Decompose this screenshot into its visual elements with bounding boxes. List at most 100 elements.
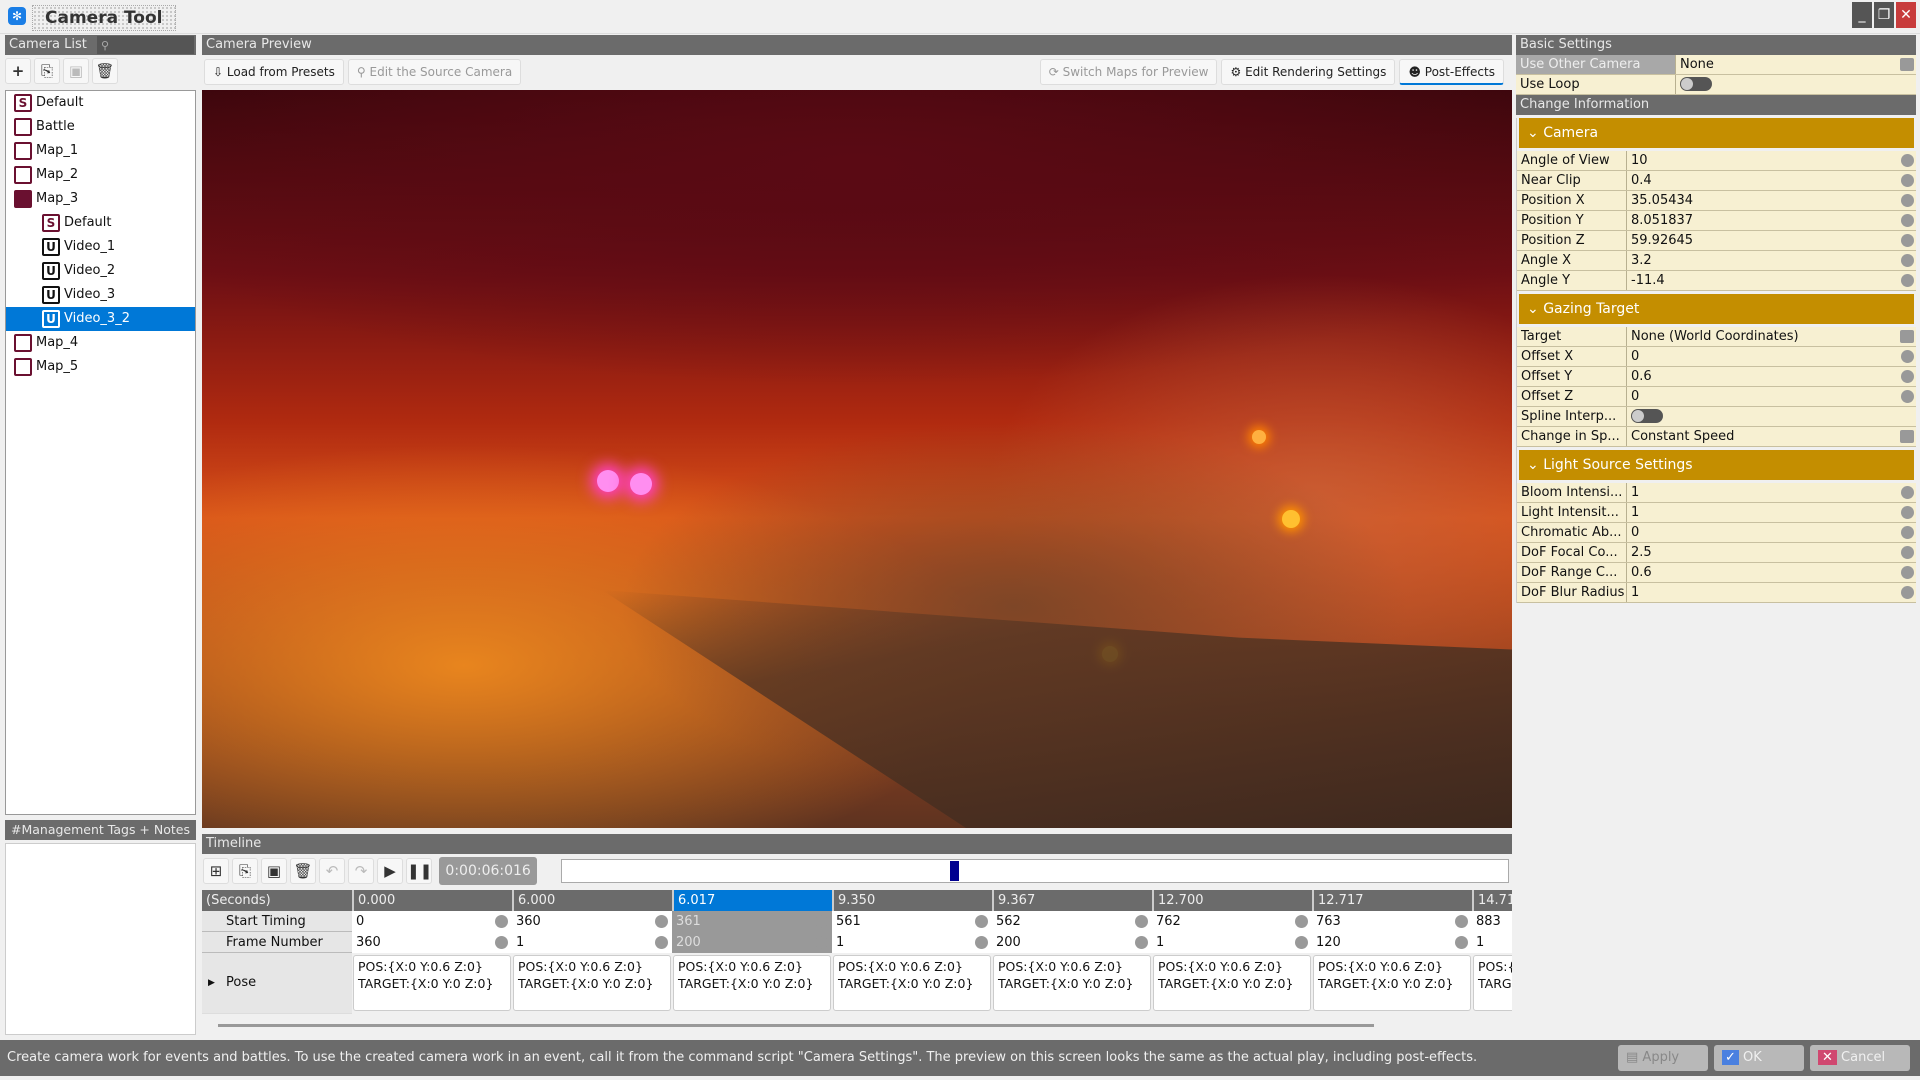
spinner-icon[interactable]	[655, 936, 668, 949]
spinner-icon[interactable]	[1901, 154, 1914, 167]
start-timing-field[interactable]: 763	[1312, 911, 1472, 932]
keyframe-seconds[interactable]: 12.717	[1312, 890, 1472, 911]
property-value-field[interactable]: 1	[1627, 583, 1916, 602]
use-other-camera-select[interactable]: None	[1676, 55, 1916, 74]
keyframe-seconds[interactable]: 14.717	[1472, 890, 1512, 911]
property-value-field[interactable]: 0.6	[1627, 563, 1916, 582]
timeline-scrubber[interactable]	[561, 859, 1509, 883]
frame-number-field[interactable]: 1	[1152, 932, 1312, 953]
tree-item[interactable]: Battle	[6, 115, 195, 139]
tree-item[interactable]: U Video_3	[6, 283, 195, 307]
keyframe-seconds[interactable]: 9.350	[832, 890, 992, 911]
load-presets-button[interactable]: ⇩ Load from Presets	[204, 59, 344, 85]
spinner-icon[interactable]	[495, 936, 508, 949]
property-value-field[interactable]: 59.92645	[1627, 231, 1916, 250]
toggle-switch[interactable]	[1631, 409, 1663, 423]
spinner-icon[interactable]	[1295, 915, 1308, 928]
camera-preview-viewport[interactable]	[202, 90, 1512, 828]
ok-button[interactable]: ✓ OK	[1714, 1045, 1804, 1071]
pose-row-label[interactable]: ▶ Pose	[202, 953, 352, 1013]
redo-button[interactable]: ↷	[348, 858, 374, 884]
spinner-icon[interactable]	[815, 915, 828, 928]
spinner-icon[interactable]	[1901, 526, 1914, 539]
edit-rendering-button[interactable]: ⚙ Edit Rendering Settings	[1221, 59, 1396, 85]
spinner-icon[interactable]	[1901, 194, 1914, 207]
spinner-icon[interactable]	[1901, 174, 1914, 187]
spinner-icon[interactable]	[1901, 350, 1914, 363]
spinner-icon[interactable]	[1901, 586, 1914, 599]
spinner-icon[interactable]	[1455, 915, 1468, 928]
property-value-field[interactable]	[1627, 407, 1916, 426]
pose-cell[interactable]: POS:{X:0 Y:0.6 Z:0} TARGET:{X:0 Y:0 Z:0}	[1153, 955, 1311, 1011]
keyframe-column[interactable]: 9.367 562 200 POS:{X:0 Y:0.6 Z:0} TARGET…	[992, 890, 1152, 1014]
keyframe-column[interactable]: 14.717 883 1 POS:{X:0 Y:0.6 Z:0} TARGET:…	[1472, 890, 1512, 1014]
spinner-icon[interactable]	[975, 915, 988, 928]
frame-number-field[interactable]: 360	[352, 932, 512, 953]
playhead-handle[interactable]	[949, 861, 959, 881]
spinner-icon[interactable]	[1901, 486, 1914, 499]
keyframe-column[interactable]: 0.000 0 360 POS:{X:0 Y:0.6 Z:0} TARGET:{…	[352, 890, 512, 1014]
play-button[interactable]: ▶	[377, 858, 403, 884]
spinner-icon[interactable]	[1135, 915, 1148, 928]
property-value-field[interactable]: Constant Speed	[1627, 427, 1916, 446]
tree-item[interactable]: U Video_2	[6, 259, 195, 283]
keyframe-seconds[interactable]: 6.000	[512, 890, 672, 911]
cancel-button[interactable]: ✕ Cancel	[1810, 1045, 1910, 1071]
start-timing-field[interactable]: 883	[1472, 911, 1512, 932]
pose-cell[interactable]: POS:{X:0 Y:0.6 Z:0} TARGET:{X:0 Y:0 Z:0}	[513, 955, 671, 1011]
frame-number-field[interactable]: 200	[992, 932, 1152, 953]
keyframe-seconds[interactable]: 0.000	[352, 890, 512, 911]
switch-maps-button[interactable]: ⟳ Switch Maps for Preview	[1039, 59, 1218, 85]
spinner-icon[interactable]	[815, 936, 828, 949]
property-value-field[interactable]: -11.4	[1627, 271, 1916, 290]
section-header[interactable]: ⌄ Light Source Settings	[1519, 450, 1914, 480]
property-value-field[interactable]: 8.051837	[1627, 211, 1916, 230]
frame-number-field[interactable]: 200	[672, 932, 832, 953]
property-value-field[interactable]: 0.4	[1627, 171, 1916, 190]
spinner-icon[interactable]	[1901, 214, 1914, 227]
search-input[interactable]: ⚲	[97, 36, 194, 54]
property-value-field[interactable]: 0	[1627, 387, 1916, 406]
spinner-icon[interactable]	[655, 915, 668, 928]
tree-item[interactable]: Map_1	[6, 139, 195, 163]
property-value-field[interactable]: 3.2	[1627, 251, 1916, 270]
frame-number-field[interactable]: 1	[512, 932, 672, 953]
keyframe-seconds[interactable]: 9.367	[992, 890, 1152, 911]
spinner-icon[interactable]	[1455, 936, 1468, 949]
spinner-icon[interactable]	[1901, 506, 1914, 519]
add-key-button[interactable]: ⊞	[203, 858, 229, 884]
notes-textarea[interactable]	[5, 843, 196, 1035]
spinner-icon[interactable]	[495, 915, 508, 928]
paste-button[interactable]: ▣	[63, 58, 89, 84]
spinner-icon[interactable]	[975, 936, 988, 949]
pose-cell[interactable]: POS:{X:0 Y:0.6 Z:0} TARGET:{X:0 Y:0 Z:0}	[833, 955, 991, 1011]
pose-cell[interactable]: POS:{X:0 Y:0.6 Z:0} TARGET:{X:0 Y:0 Z:0}	[993, 955, 1151, 1011]
close-button[interactable]: ✕	[1896, 2, 1916, 28]
frame-number-field[interactable]: 1	[1472, 932, 1512, 953]
edit-source-button[interactable]: ⚲ Edit the Source Camera	[347, 59, 522, 85]
property-value-field[interactable]: 1	[1627, 483, 1916, 502]
keyframe-seconds[interactable]: 6.017	[672, 890, 832, 911]
undo-button[interactable]: ↶	[319, 858, 345, 884]
apply-button[interactable]: ▤ Apply	[1618, 1045, 1708, 1071]
dropdown-arrow-icon[interactable]	[1900, 330, 1914, 343]
property-value-field[interactable]: 1	[1627, 503, 1916, 522]
property-value-field[interactable]: 2.5	[1627, 543, 1916, 562]
minimize-button[interactable]: _	[1852, 2, 1872, 28]
section-header[interactable]: ⌄ Camera	[1519, 118, 1914, 148]
property-value-field[interactable]: 0	[1627, 523, 1916, 542]
delete-button[interactable]: 🗑	[92, 58, 118, 84]
keyframe-column[interactable]: 12.717 763 120 POS:{X:0 Y:0.6 Z:0} TARGE…	[1312, 890, 1472, 1014]
property-value-field[interactable]: None (World Coordinates)	[1627, 327, 1916, 346]
copy-key-button[interactable]: ⎘	[232, 858, 258, 884]
start-timing-field[interactable]: 0	[352, 911, 512, 932]
dropdown-arrow-icon[interactable]	[1900, 430, 1914, 443]
post-effects-button[interactable]: ☻ Post-Effects	[1399, 59, 1504, 85]
spinner-icon[interactable]	[1135, 936, 1148, 949]
tree-item[interactable]: Map_3	[6, 187, 195, 211]
frame-number-field[interactable]: 1	[832, 932, 992, 953]
spinner-icon[interactable]	[1901, 274, 1914, 287]
spinner-icon[interactable]	[1901, 370, 1914, 383]
maximize-button[interactable]: ❐	[1874, 2, 1894, 28]
keyframe-column[interactable]: 9.350 561 1 POS:{X:0 Y:0.6 Z:0} TARGET:{…	[832, 890, 992, 1014]
